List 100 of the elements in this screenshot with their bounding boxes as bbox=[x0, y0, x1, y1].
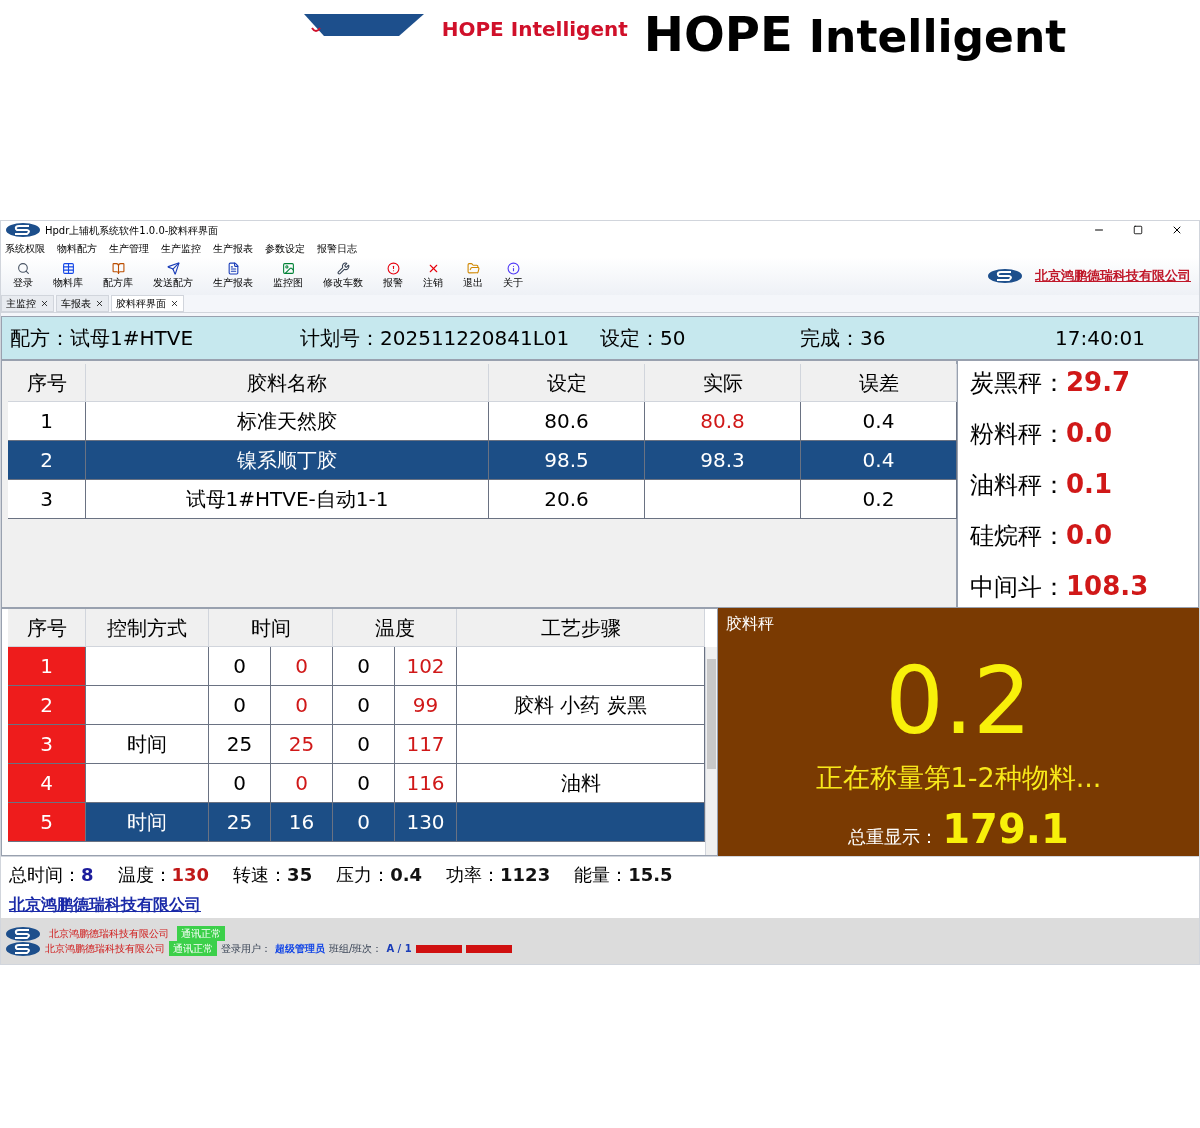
table-cell: 80.8 bbox=[645, 402, 801, 441]
menu-item[interactable]: 系统权限 bbox=[5, 240, 45, 256]
toolbar-button[interactable]: 退出 bbox=[459, 262, 487, 290]
wrench-icon bbox=[336, 262, 350, 275]
table-cell: 80.6 bbox=[489, 402, 645, 441]
table-cell: 99 bbox=[395, 686, 457, 725]
menu-item[interactable]: 报警日志 bbox=[317, 240, 357, 256]
stat-label: 转速： bbox=[233, 863, 288, 887]
brand-name: HOPE Intelligent bbox=[441, 19, 628, 39]
stat-label: 压力： bbox=[336, 863, 391, 887]
table-cell: 0 bbox=[209, 764, 271, 803]
info-text: 完成：36 bbox=[800, 325, 887, 352]
status-text: 北京鸿鹏德瑞科技有限公司 bbox=[45, 942, 165, 956]
status-badge: 通讯正常 bbox=[177, 926, 225, 941]
stat-label: 温度： bbox=[117, 863, 172, 887]
toolbar-button[interactable]: 注销 bbox=[419, 262, 447, 290]
maximize-icon[interactable] bbox=[1133, 225, 1143, 235]
status-text: 超级管理员 bbox=[275, 942, 325, 956]
scale-value: 108.3 bbox=[1066, 569, 1149, 603]
column-header: 胶料名称 bbox=[86, 364, 489, 402]
column-header: 工艺步骤 bbox=[457, 609, 705, 647]
table-cell: 0 bbox=[333, 803, 395, 842]
column-header: 控制方式 bbox=[86, 609, 209, 647]
toolbar-button[interactable]: 报警 bbox=[379, 262, 407, 290]
table-cell: 16 bbox=[271, 803, 333, 842]
stat-value: 35 bbox=[287, 863, 313, 887]
table-cell: 4 bbox=[8, 764, 86, 803]
table-cell: 117 bbox=[395, 725, 457, 764]
table-cell: 130 bbox=[395, 803, 457, 842]
tab[interactable]: 主监控 bbox=[1, 295, 54, 312]
company-link[interactable]: 北京鸿鹏德瑞科技有限公司 bbox=[1035, 266, 1191, 286]
menu-item[interactable]: 生产报表 bbox=[213, 240, 253, 256]
table-cell: 0 bbox=[333, 647, 395, 686]
folder-icon bbox=[466, 262, 480, 275]
scrollbar[interactable] bbox=[705, 647, 717, 855]
menu-item[interactable]: 生产管理 bbox=[109, 240, 149, 256]
book-icon bbox=[111, 262, 125, 275]
menu-item[interactable]: 生产监控 bbox=[161, 240, 201, 256]
stat-value: 130 bbox=[171, 863, 210, 887]
scale-label: 硅烷秤： bbox=[970, 520, 1066, 552]
tab[interactable]: 车报表 bbox=[56, 295, 109, 312]
alarm-indicator bbox=[415, 944, 462, 953]
stat-value: 0.4 bbox=[390, 863, 423, 887]
close-icon[interactable] bbox=[40, 299, 49, 308]
toolbar-button[interactable]: 监控图 bbox=[269, 262, 307, 290]
table-cell: 5 bbox=[8, 803, 86, 842]
toolbar-button[interactable]: 发送配方 bbox=[149, 262, 197, 290]
scale-value: 0.0 bbox=[1066, 416, 1113, 450]
logo-icon bbox=[5, 925, 41, 942]
table-cell: 镍系顺丁胶 bbox=[86, 441, 489, 480]
status-text: A / 1 bbox=[386, 942, 412, 956]
column-header: 序号 bbox=[8, 609, 86, 647]
stat-label: 能量： bbox=[574, 863, 629, 887]
info-text: 设定：50 bbox=[600, 325, 687, 352]
column-header: 设定 bbox=[489, 364, 645, 402]
table-cell: 油料 bbox=[457, 764, 705, 803]
close-icon[interactable] bbox=[95, 299, 104, 308]
stat-label: 总时间： bbox=[9, 863, 81, 887]
panel-title: 胶料秤 bbox=[725, 613, 774, 635]
toolbar-button[interactable]: 物料库 bbox=[49, 262, 87, 290]
table-cell: 1 bbox=[8, 402, 86, 441]
search-icon bbox=[16, 262, 30, 275]
table-cell: 0 bbox=[333, 686, 395, 725]
table-cell: 3 bbox=[8, 725, 86, 764]
info-icon bbox=[506, 262, 520, 275]
close-icon[interactable] bbox=[170, 299, 179, 308]
table-cell: 时间 bbox=[86, 725, 209, 764]
info-text: 计划号：202511220841L01 bbox=[300, 325, 571, 352]
table-cell: 25 bbox=[209, 803, 271, 842]
stat-label: 功率： bbox=[446, 863, 501, 887]
stat-value: 8 bbox=[81, 863, 94, 887]
column-header: 误差 bbox=[801, 364, 957, 402]
table-cell: 0.4 bbox=[801, 441, 957, 480]
menu-item[interactable]: 参数设定 bbox=[265, 240, 305, 256]
table-cell: 20.6 bbox=[489, 480, 645, 519]
send-icon bbox=[166, 262, 180, 275]
total-value: 179.1 bbox=[942, 808, 1069, 849]
column-header: 时间 bbox=[209, 609, 333, 647]
column-header: 序号 bbox=[8, 364, 86, 402]
table-cell: 98.5 bbox=[489, 441, 645, 480]
info-text: 配方：试母1#HTVE bbox=[10, 325, 195, 352]
close-icon[interactable] bbox=[1171, 224, 1183, 236]
toolbar-button[interactable]: 生产报表 bbox=[209, 262, 257, 290]
alarm-indicator bbox=[465, 944, 512, 953]
toolbar-button[interactable]: 关于 bbox=[499, 262, 527, 290]
tab[interactable]: 胶料秤界面 bbox=[111, 295, 184, 312]
status-text: 班组/班次： bbox=[329, 942, 383, 956]
toolbar-button[interactable]: 修改车数 bbox=[319, 262, 367, 290]
menu-item[interactable]: 物料配方 bbox=[57, 240, 97, 256]
scale-value: 0.1 bbox=[1066, 467, 1113, 501]
table-cell: 0 bbox=[271, 647, 333, 686]
table-cell: 25 bbox=[209, 725, 271, 764]
toolbar-button[interactable]: 配方库 bbox=[99, 262, 137, 290]
table-cell: 1 bbox=[8, 647, 86, 686]
scale-label: 炭黑秤： bbox=[970, 367, 1066, 399]
table-cell: 时间 bbox=[86, 803, 209, 842]
company-link[interactable]: 北京鸿鹏德瑞科技有限公司 bbox=[9, 893, 201, 917]
table-cell: 0 bbox=[209, 686, 271, 725]
table-cell: 2 bbox=[8, 441, 86, 480]
toolbar-button[interactable]: 登录 bbox=[9, 262, 37, 290]
